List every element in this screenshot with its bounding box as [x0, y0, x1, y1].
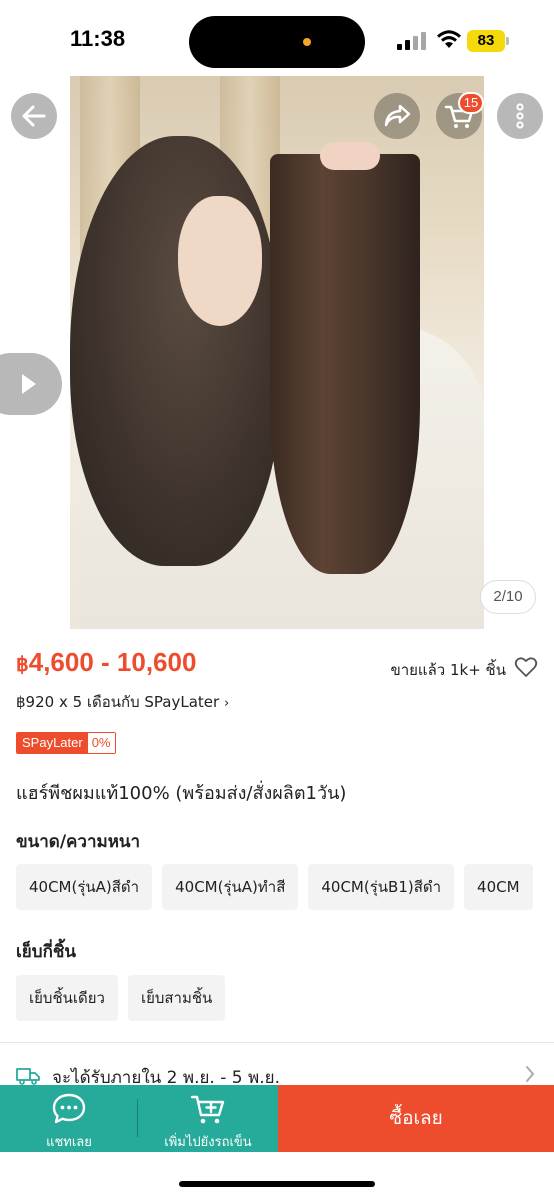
model-hair — [70, 136, 280, 566]
dynamic-island — [189, 16, 365, 68]
share-button[interactable] — [374, 93, 420, 139]
size-option[interactable]: 40CM(รุ่นB1)สีดำ — [308, 864, 455, 910]
play-video-button[interactable] — [0, 353, 62, 415]
size-option[interactable]: 40CM — [464, 864, 533, 910]
battery-indicator: 83 — [467, 30, 505, 52]
add-to-cart-button[interactable]: เพิ่มไปยังรถเข็น — [138, 1085, 278, 1152]
product-price: ฿4,600 - 10,600 — [16, 647, 196, 678]
clip-section-label: เย็บกี่ชิ้น — [16, 942, 77, 962]
chat-now-label: แชทเลย — [46, 1135, 92, 1150]
play-icon — [22, 374, 36, 394]
spaylater-badge: SPayLater 0% — [16, 732, 116, 754]
status-time: 11:38 — [70, 26, 126, 51]
wifi-icon — [437, 30, 461, 48]
size-option[interactable]: 40CM(รุ่นA)ทำสี — [162, 864, 299, 910]
product-gallery[interactable]: 15 2/10 — [0, 76, 554, 629]
size-option[interactable]: 40CM(รุ่นA)สีดำ — [16, 864, 153, 910]
cart-count-badge: 15 — [458, 92, 484, 114]
section-divider — [0, 1042, 554, 1043]
add-to-cart-label: เพิ่มไปยังรถเข็น — [164, 1135, 252, 1150]
model-face — [178, 196, 262, 326]
size-section-label: ขนาด/ความหนา — [16, 832, 141, 852]
currency-symbol: ฿ — [16, 654, 29, 676]
add-to-cart-icon — [190, 1095, 225, 1124]
favorite-heart-icon[interactable] — [514, 656, 538, 678]
spaylater-badge-label: SPayLater — [17, 733, 88, 753]
spaylater-badge-value: 0% — [87, 733, 115, 753]
installment-info[interactable]: ฿920 x 5 เดือนกับ SPayLater › — [16, 690, 229, 714]
chevron-right-icon: › — [223, 696, 230, 711]
more-button[interactable] — [497, 93, 543, 139]
hair-piece-product — [270, 154, 420, 574]
clip-option[interactable]: เย็บสามชิ้น — [127, 975, 226, 1021]
battery-tip — [506, 37, 509, 45]
cellular-signal-icon — [397, 32, 427, 50]
price-range: 4,600 - 10,600 — [28, 647, 197, 677]
chevron-right-icon — [526, 1066, 535, 1082]
delivery-truck-icon — [16, 1068, 40, 1085]
share-icon — [384, 104, 411, 127]
status-bar: 11:38 83 — [0, 0, 554, 76]
back-button[interactable] — [11, 93, 57, 139]
image-counter: 2/10 — [480, 580, 536, 614]
chat-now-button[interactable]: แชทเลย — [0, 1085, 138, 1152]
delivery-row[interactable]: จะได้รับภายใน 2 พ.ย. - 5 พ.ย. — [16, 1064, 554, 1088]
back-arrow-icon — [22, 105, 46, 127]
chat-icon — [52, 1093, 86, 1124]
product-photo[interactable] — [70, 76, 484, 629]
size-options: 40CM(รุ่นA)สีดำ 40CM(รุ่นA)ทำสี 40CM(รุ่… — [16, 864, 533, 910]
model-hand — [320, 142, 380, 170]
activity-dot — [303, 38, 311, 46]
clip-option[interactable]: เย็บชิ้นเดียว — [16, 975, 118, 1021]
buy-now-button[interactable]: ซื้อเลย — [278, 1085, 554, 1152]
sold-count: ขายแล้ว 1k+ ชิ้น — [390, 661, 506, 679]
home-indicator[interactable] — [179, 1181, 375, 1187]
product-title: แฮร์พีชผมแท้100% (พร้อมส่ง/สั่งผลิต1วัน) — [16, 783, 347, 804]
installment-text: ฿920 x 5 เดือนกับ SPayLater — [16, 693, 220, 711]
clip-options: เย็บชิ้นเดียว เย็บสามชิ้น — [16, 975, 226, 1021]
more-vertical-icon — [516, 103, 524, 129]
bottom-action-bar: แชทเลย เพิ่มไปยังรถเข็น ซื้อเลย — [0, 1085, 554, 1152]
